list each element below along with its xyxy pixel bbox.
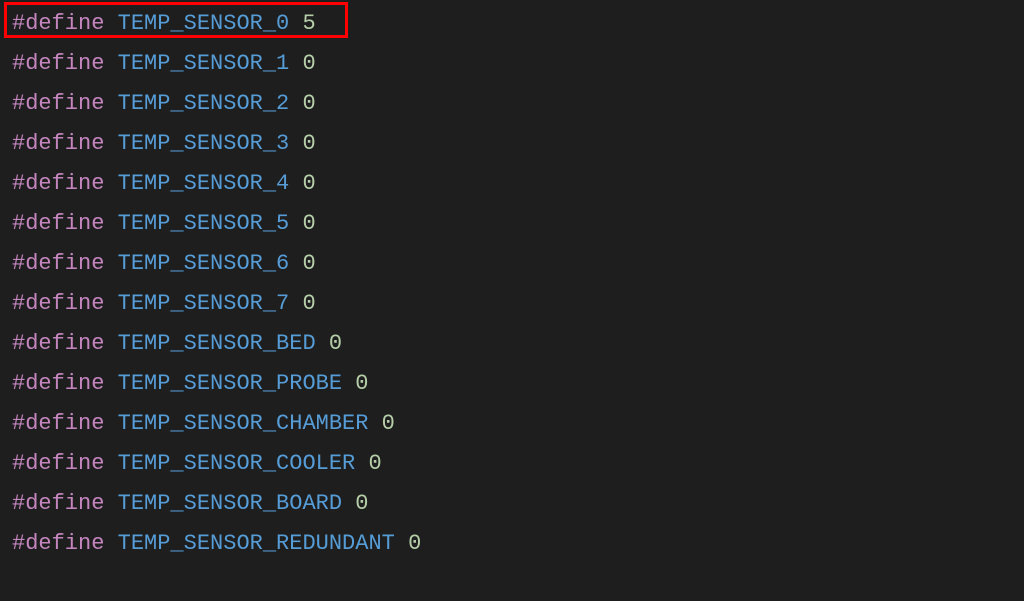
code-line[interactable]: #define TEMP_SENSOR_COOLER 0 bbox=[12, 444, 1012, 484]
macro-value: 0 bbox=[355, 371, 368, 396]
macro-identifier: TEMP_SENSOR_4 bbox=[118, 171, 290, 196]
macro-identifier: TEMP_SENSOR_2 bbox=[118, 91, 290, 116]
preprocessor-directive: #define bbox=[12, 211, 104, 236]
macro-value: 0 bbox=[382, 411, 395, 436]
preprocessor-directive: #define bbox=[12, 291, 104, 316]
macro-value: 0 bbox=[302, 171, 315, 196]
preprocessor-directive: #define bbox=[12, 331, 104, 356]
code-line[interactable]: #define TEMP_SENSOR_PROBE 0 bbox=[12, 364, 1012, 404]
preprocessor-directive: #define bbox=[12, 51, 104, 76]
macro-value: 0 bbox=[355, 491, 368, 516]
preprocessor-directive: #define bbox=[12, 91, 104, 116]
preprocessor-directive: #define bbox=[12, 11, 104, 36]
code-line[interactable]: #define TEMP_SENSOR_BOARD 0 bbox=[12, 484, 1012, 524]
macro-identifier: TEMP_SENSOR_REDUNDANT bbox=[118, 531, 395, 556]
preprocessor-directive: #define bbox=[12, 531, 104, 556]
macro-value: 5 bbox=[302, 11, 315, 36]
macro-value: 0 bbox=[302, 291, 315, 316]
macro-value: 0 bbox=[329, 331, 342, 356]
macro-identifier: TEMP_SENSOR_6 bbox=[118, 251, 290, 276]
macro-value: 0 bbox=[408, 531, 421, 556]
macro-identifier: TEMP_SENSOR_BED bbox=[118, 331, 316, 356]
code-line[interactable]: #define TEMP_SENSOR_0 5 bbox=[12, 4, 1012, 44]
macro-identifier: TEMP_SENSOR_7 bbox=[118, 291, 290, 316]
preprocessor-directive: #define bbox=[12, 171, 104, 196]
macro-identifier: TEMP_SENSOR_PROBE bbox=[118, 371, 342, 396]
code-line[interactable]: #define TEMP_SENSOR_7 0 bbox=[12, 284, 1012, 324]
macro-identifier: TEMP_SENSOR_1 bbox=[118, 51, 290, 76]
code-line[interactable]: #define TEMP_SENSOR_1 0 bbox=[12, 44, 1012, 84]
code-line[interactable]: #define TEMP_SENSOR_4 0 bbox=[12, 164, 1012, 204]
code-line[interactable]: #define TEMP_SENSOR_2 0 bbox=[12, 84, 1012, 124]
code-line[interactable]: #define TEMP_SENSOR_BED 0 bbox=[12, 324, 1012, 364]
macro-value: 0 bbox=[302, 251, 315, 276]
preprocessor-directive: #define bbox=[12, 451, 104, 476]
macro-value: 0 bbox=[302, 131, 315, 156]
preprocessor-directive: #define bbox=[12, 131, 104, 156]
macro-identifier: TEMP_SENSOR_BOARD bbox=[118, 491, 342, 516]
macro-value: 0 bbox=[302, 51, 315, 76]
macro-value: 0 bbox=[302, 91, 315, 116]
macro-identifier: TEMP_SENSOR_5 bbox=[118, 211, 290, 236]
macro-identifier: TEMP_SENSOR_COOLER bbox=[118, 451, 356, 476]
preprocessor-directive: #define bbox=[12, 251, 104, 276]
preprocessor-directive: #define bbox=[12, 491, 104, 516]
macro-value: 0 bbox=[302, 211, 315, 236]
macro-value: 0 bbox=[368, 451, 381, 476]
code-line[interactable]: #define TEMP_SENSOR_5 0 bbox=[12, 204, 1012, 244]
code-line[interactable]: #define TEMP_SENSOR_CHAMBER 0 bbox=[12, 404, 1012, 444]
code-line[interactable]: #define TEMP_SENSOR_3 0 bbox=[12, 124, 1012, 164]
code-editor-container[interactable]: #define TEMP_SENSOR_0 5#define TEMP_SENS… bbox=[12, 4, 1012, 564]
macro-identifier: TEMP_SENSOR_0 bbox=[118, 11, 290, 36]
preprocessor-directive: #define bbox=[12, 411, 104, 436]
macro-identifier: TEMP_SENSOR_3 bbox=[118, 131, 290, 156]
code-line[interactable]: #define TEMP_SENSOR_REDUNDANT 0 bbox=[12, 524, 1012, 564]
macro-identifier: TEMP_SENSOR_CHAMBER bbox=[118, 411, 369, 436]
code-line[interactable]: #define TEMP_SENSOR_6 0 bbox=[12, 244, 1012, 284]
preprocessor-directive: #define bbox=[12, 371, 104, 396]
